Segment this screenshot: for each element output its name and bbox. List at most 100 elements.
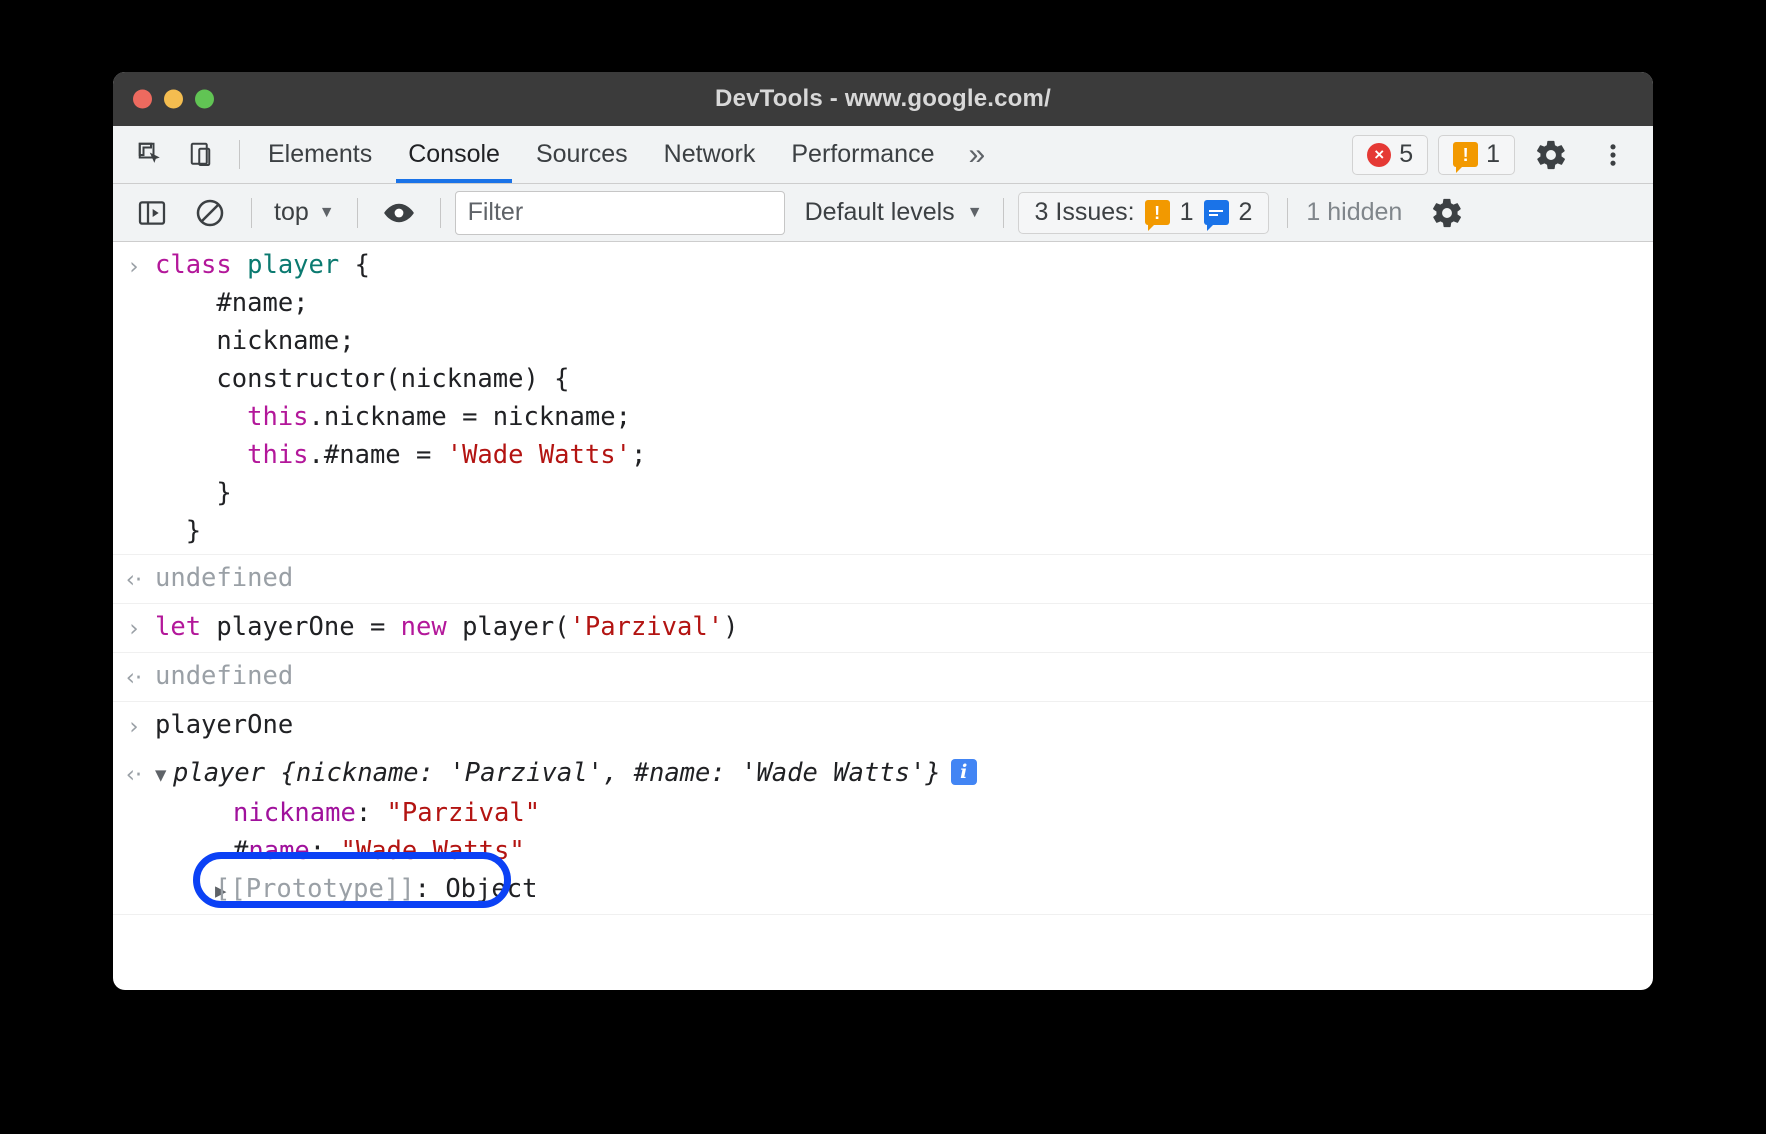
console-entry-output[interactable]: ‹· undefined: [113, 653, 1653, 702]
console-code-block: playerOne: [155, 706, 303, 744]
object-preview-value: 'Parzival': [449, 758, 603, 788]
issue-info-icon: [1204, 200, 1229, 225]
token-plain: constructor(nickname) {: [155, 364, 570, 394]
token-plain: ): [723, 612, 738, 642]
object-preview-key: nickname:: [296, 758, 450, 788]
token-string: 'Parzival': [570, 612, 724, 642]
warning-count-badge[interactable]: ! 1: [1438, 135, 1515, 175]
more-options-icon[interactable]: [1587, 138, 1639, 172]
output-marker-icon: ‹·: [113, 657, 155, 697]
token-plain: .nickname = nickname;: [309, 402, 631, 432]
token-keyword: this: [247, 440, 308, 470]
hidden-messages-label: 1 hidden: [1292, 198, 1416, 227]
expand-triangle-icon[interactable]: ▼: [155, 756, 173, 794]
output-marker-icon: ‹·: [113, 754, 155, 794]
log-levels-selector[interactable]: Default levels ▼: [789, 198, 999, 227]
object-preview-value: 'Wade Watts': [741, 758, 925, 788]
console-prompt-row[interactable]: ›: [113, 915, 1653, 930]
clear-console-icon[interactable]: [183, 191, 237, 235]
property-value: "Parzival": [387, 798, 541, 828]
object-inspector: ▼player {nickname: 'Parzival', #name: 'W…: [155, 754, 987, 910]
token-string: 'Wade Watts': [447, 440, 631, 470]
token-plain: nickname;: [155, 326, 355, 356]
console-entry-input[interactable]: › class player { #name; nickname; constr…: [113, 242, 1653, 555]
warning-icon: !: [1453, 142, 1478, 167]
eye-icon[interactable]: [372, 191, 426, 235]
issues-button[interactable]: 3 Issues: ! 1 2: [1018, 192, 1270, 234]
close-window-button[interactable]: [133, 90, 152, 109]
object-preview-key: #name:: [634, 758, 741, 788]
console-entry-output[interactable]: ‹· undefined: [113, 555, 1653, 604]
chevron-down-icon: ▼: [319, 204, 335, 222]
settings-gear-icon[interactable]: [1525, 138, 1577, 172]
execution-context-label: top: [274, 198, 309, 227]
tab-network[interactable]: Network: [646, 126, 774, 183]
execution-context-selector[interactable]: top ▼: [266, 198, 343, 227]
prompt-marker-icon: ›: [113, 919, 155, 930]
toolbar-divider-3: [440, 198, 441, 228]
device-toolbar-icon[interactable]: [177, 126, 229, 183]
tab-sources[interactable]: Sources: [518, 126, 646, 183]
tab-performance[interactable]: Performance: [773, 126, 952, 183]
prototype-value: Object: [445, 874, 537, 904]
error-count-badge[interactable]: × 5: [1352, 135, 1428, 175]
token-plain: .#name =: [309, 440, 447, 470]
info-badge-icon[interactable]: i: [951, 759, 977, 785]
issues-label: 3 Issues:: [1035, 198, 1135, 227]
traffic-lights: [133, 90, 214, 109]
more-tabs-icon[interactable]: »: [952, 126, 1001, 183]
property-key-prefix: #: [155, 836, 248, 866]
console-sidebar-icon[interactable]: [125, 191, 179, 235]
token-plain: #name;: [155, 288, 309, 318]
console-code-block: let playerOne = new player('Parzival'): [155, 608, 748, 646]
console-entry-object-result[interactable]: ‹· ▼player {nickname: 'Parzival', #name:…: [113, 750, 1653, 915]
tab-console[interactable]: Console: [390, 126, 518, 183]
prototype-separator: :: [415, 874, 446, 904]
token-class-name: player: [247, 250, 339, 280]
token-plain: }: [155, 478, 232, 508]
property-key[interactable]: name: [248, 836, 309, 866]
issue-warning-icon: !: [1145, 200, 1170, 225]
log-levels-label: Default levels: [805, 198, 955, 227]
issues-info-count: 2: [1239, 198, 1253, 227]
devtools-window: DevTools - www.google.com/ Elements Cons…: [113, 72, 1653, 990]
minimize-window-button[interactable]: [164, 90, 183, 109]
property-key[interactable]: nickname: [155, 798, 356, 828]
error-count-label: 5: [1399, 140, 1413, 169]
tabbar-divider: [239, 140, 240, 169]
console-entry-input[interactable]: › playerOne: [113, 702, 1653, 750]
token-plain: ;: [631, 440, 646, 470]
prototype-label: [[Prototype]]: [215, 874, 415, 904]
token-plain: player(: [447, 612, 570, 642]
issues-warning-count: 1: [1180, 198, 1194, 227]
console-settings-gear-icon[interactable]: [1420, 191, 1474, 235]
input-marker-icon: ›: [113, 246, 155, 286]
filter-input[interactable]: [455, 191, 785, 235]
input-marker-icon: ›: [113, 608, 155, 648]
object-preview-comma: ,: [603, 758, 634, 788]
console-messages-panel[interactable]: › class player { #name; nickname; constr…: [113, 242, 1653, 930]
console-output-value: undefined: [155, 559, 303, 597]
inspect-element-icon[interactable]: [125, 126, 177, 183]
token-keyword: new: [401, 612, 447, 642]
window-titlebar: DevTools - www.google.com/: [113, 72, 1653, 126]
console-entry-input[interactable]: › let playerOne = new player('Parzival'): [113, 604, 1653, 653]
token-plain: {: [339, 250, 370, 280]
token-plain: [155, 402, 247, 432]
error-icon: ×: [1367, 143, 1391, 167]
window-title: DevTools - www.google.com/: [715, 85, 1051, 113]
token-plain: }: [155, 516, 201, 546]
toolbar-divider-4: [1003, 198, 1004, 228]
property-separator: :: [356, 798, 387, 828]
warning-count-label: 1: [1486, 140, 1500, 169]
token-plain: [155, 440, 247, 470]
property-value: "Wade Watts": [341, 836, 525, 866]
tab-elements[interactable]: Elements: [250, 126, 390, 183]
maximize-window-button[interactable]: [195, 90, 214, 109]
console-code-block: class player { #name; nickname; construc…: [155, 246, 656, 550]
property-separator: :: [310, 836, 341, 866]
token-plain: playerOne =: [201, 612, 401, 642]
prototype-expand-triangle-icon[interactable]: ▶: [155, 872, 215, 910]
object-class-name: player: [173, 758, 265, 788]
token-keyword: class: [155, 250, 247, 280]
